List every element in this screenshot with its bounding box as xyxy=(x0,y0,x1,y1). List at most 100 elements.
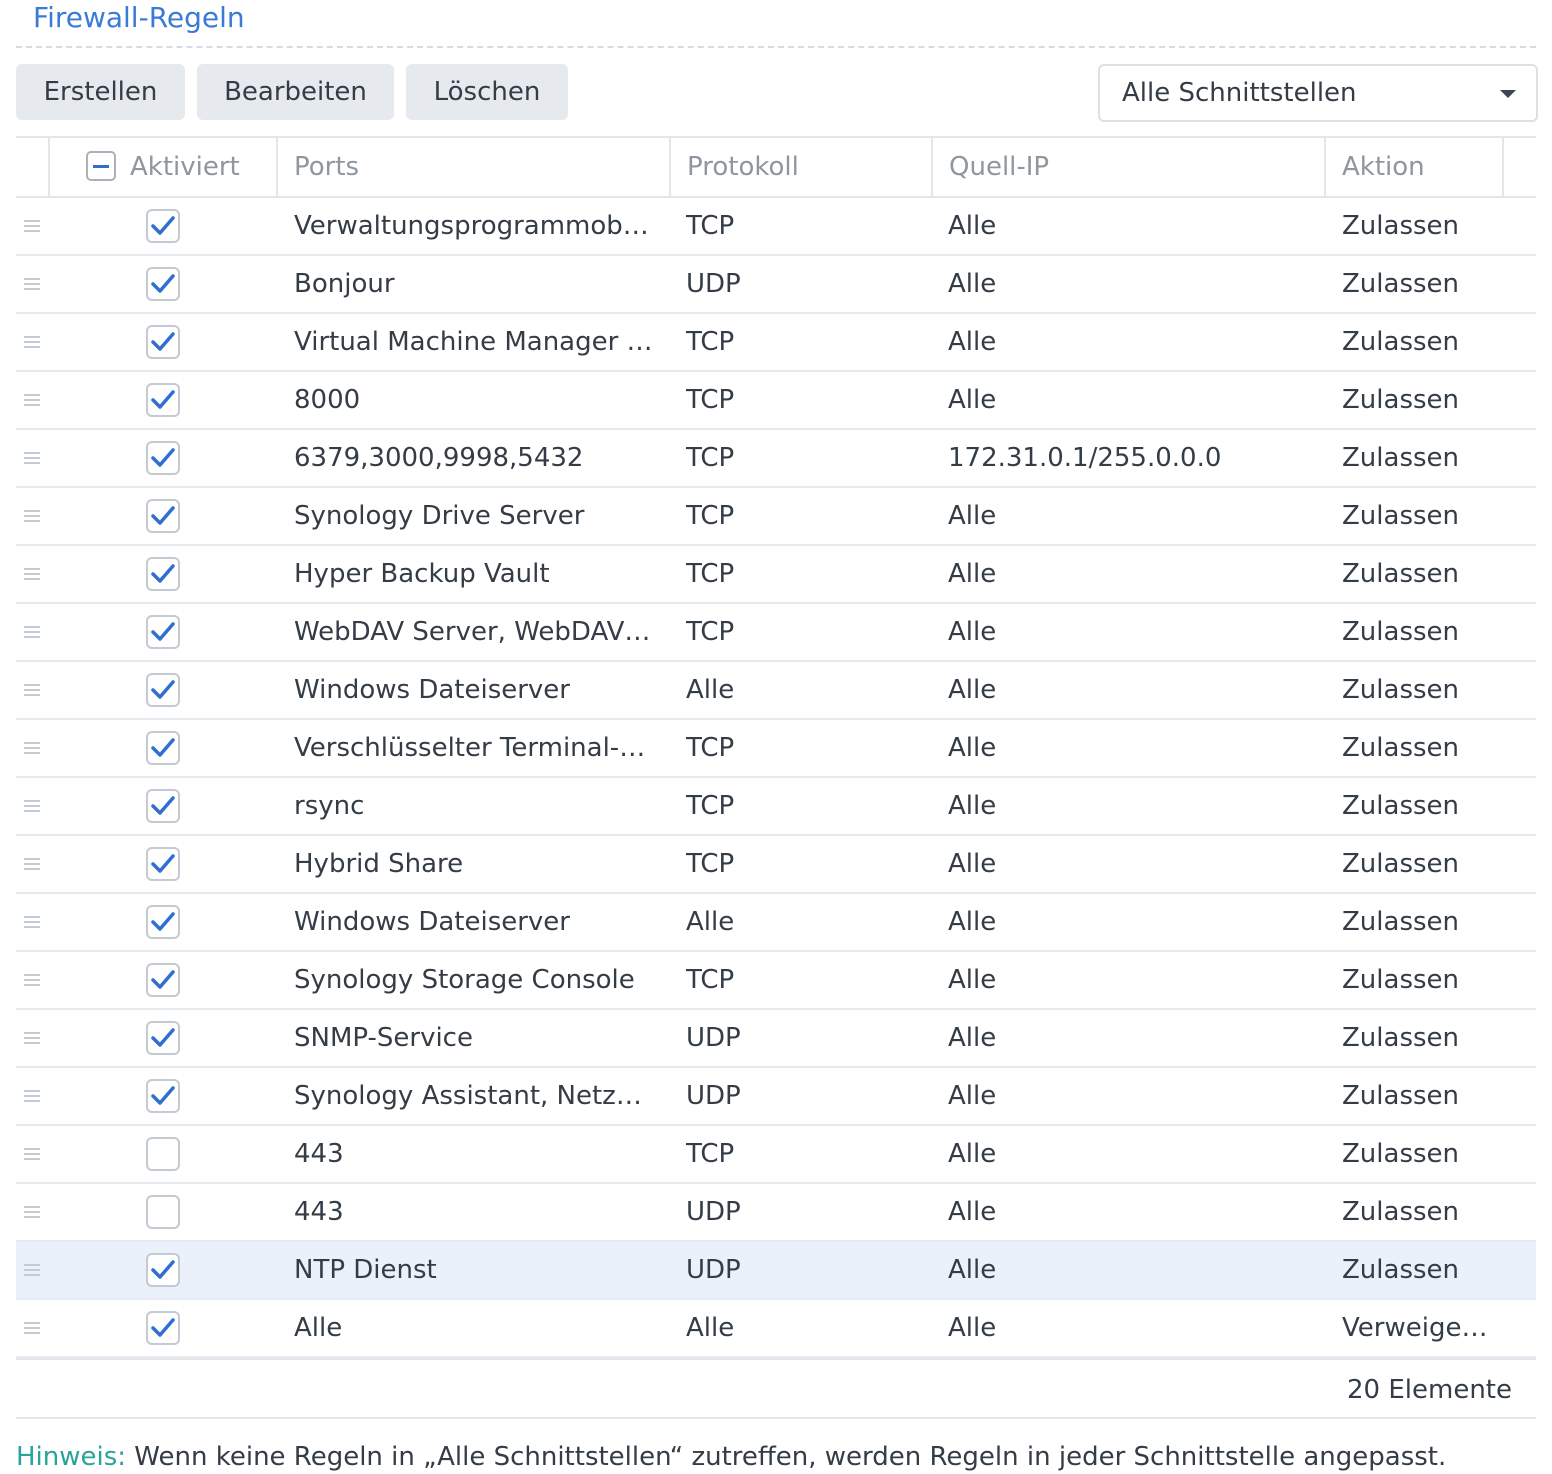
column-header-source-ip[interactable]: Quell-IP xyxy=(949,138,1049,196)
drag-handle-icon[interactable] xyxy=(24,684,40,696)
enabled-checkbox[interactable] xyxy=(146,905,180,939)
drag-handle-icon[interactable] xyxy=(24,626,40,638)
table-row[interactable]: Windows Dateiserver Alle Alle Zulassen xyxy=(16,662,1536,720)
cell-ports: NTP Dienst xyxy=(294,1255,437,1285)
enabled-checkbox[interactable] xyxy=(146,847,180,881)
table-row[interactable]: 443 TCP Alle Zulassen xyxy=(16,1126,1536,1184)
drag-handle-icon[interactable] xyxy=(24,510,40,522)
table-row[interactable]: Verschlüsselter Terminal-… TCP Alle Zulasse… xyxy=(16,720,1536,778)
enabled-checkbox[interactable] xyxy=(146,1137,180,1171)
cell-action: Zulassen xyxy=(1342,1255,1460,1285)
table-row[interactable]: SNMP-Service UDP Alle Zulassen xyxy=(16,1010,1536,1068)
table-row[interactable]: Synology Assistant, Netz… UDP Alle Zulassen xyxy=(16,1068,1536,1126)
cell-source-ip: Alle xyxy=(948,617,997,647)
drag-handle-icon[interactable] xyxy=(24,1264,40,1276)
cell-action: Zulassen xyxy=(1342,385,1460,415)
column-header-action[interactable]: Aktion xyxy=(1342,138,1425,196)
enabled-checkbox[interactable] xyxy=(146,1021,180,1055)
edit-button[interactable]: Bearbeiten xyxy=(197,64,394,120)
enabled-checkbox[interactable] xyxy=(146,673,180,707)
cell-source-ip: Alle xyxy=(948,791,997,821)
table-row[interactable]: Windows Dateiserver Alle Alle Zulassen xyxy=(16,894,1536,952)
hint-text: Wenn keine Regeln in „Alle Schnittstelle… xyxy=(126,1442,1447,1472)
drag-handle-icon[interactable] xyxy=(24,568,40,580)
cell-ports: Verschlüsselter Terminal-… xyxy=(294,733,646,763)
enabled-checkbox[interactable] xyxy=(146,499,180,533)
enabled-checkbox[interactable] xyxy=(146,209,180,243)
enabled-checkbox[interactable] xyxy=(146,1311,180,1345)
cell-source-ip: Alle xyxy=(948,211,997,241)
column-header-protocol[interactable]: Protokoll xyxy=(687,138,799,196)
table-header: Aktiviert Ports Protokoll Quell-IP Aktio… xyxy=(16,136,1536,198)
cell-ports: rsync xyxy=(294,791,365,821)
cell-action: Zulassen xyxy=(1342,443,1460,473)
cell-source-ip: Alle xyxy=(948,327,997,357)
drag-handle-icon[interactable] xyxy=(24,742,40,754)
enabled-checkbox[interactable] xyxy=(146,789,180,823)
cell-ports: Windows Dateiserver xyxy=(294,675,570,705)
table-row[interactable]: Virtual Machine Manager … TCP Alle Zulassen xyxy=(16,314,1536,372)
enabled-checkbox[interactable] xyxy=(146,325,180,359)
drag-handle-icon[interactable] xyxy=(24,916,40,928)
drag-handle-icon[interactable] xyxy=(24,1032,40,1044)
drag-handle-icon[interactable] xyxy=(24,1090,40,1102)
drag-handle-icon[interactable] xyxy=(24,1322,40,1334)
enabled-checkbox[interactable] xyxy=(146,1079,180,1113)
table-row[interactable]: NTP Dienst UDP Alle Zulassen xyxy=(16,1242,1536,1300)
cell-ports: Hybrid Share xyxy=(294,849,464,879)
enabled-checkbox[interactable] xyxy=(146,731,180,765)
drag-handle-icon[interactable] xyxy=(24,1206,40,1218)
table-row[interactable]: 443 UDP Alle Zulassen xyxy=(16,1184,1536,1242)
drag-handle-icon[interactable] xyxy=(24,974,40,986)
item-count: 20 Elemente xyxy=(1347,1375,1512,1405)
table-row[interactable]: Synology Storage Console TCP Alle Zulassen xyxy=(16,952,1536,1010)
cell-source-ip: Alle xyxy=(948,1197,997,1227)
enabled-checkbox[interactable] xyxy=(146,441,180,475)
cell-protocol: TCP xyxy=(686,617,735,647)
cell-action: Zulassen xyxy=(1342,1023,1460,1053)
enabled-checkbox[interactable] xyxy=(146,963,180,997)
cell-protocol: TCP xyxy=(686,559,735,589)
drag-handle-icon[interactable] xyxy=(24,800,40,812)
cell-source-ip: Alle xyxy=(948,1313,997,1343)
column-header-ports[interactable]: Ports xyxy=(294,138,359,196)
cell-protocol: TCP xyxy=(686,327,735,357)
table-body: Verwaltungsprogrammob… TCP Alle Zulassen Bon… xyxy=(16,198,1536,1358)
table-row[interactable]: Bonjour UDP Alle Zulassen xyxy=(16,256,1536,314)
cell-ports: WebDAV Server, WebDAV… xyxy=(294,617,651,647)
drag-handle-icon[interactable] xyxy=(24,394,40,406)
table-row[interactable]: WebDAV Server, WebDAV… TCP Alle Zulassen xyxy=(16,604,1536,662)
drag-handle-icon[interactable] xyxy=(24,336,40,348)
cell-protocol: TCP xyxy=(686,501,735,531)
column-separator xyxy=(1324,138,1326,196)
create-button[interactable]: Erstellen xyxy=(16,64,185,120)
table-row[interactable]: rsync TCP Alle Zulassen xyxy=(16,778,1536,836)
cell-source-ip: Alle xyxy=(948,1023,997,1053)
drag-handle-icon[interactable] xyxy=(24,220,40,232)
table-row[interactable]: Hybrid Share TCP Alle Zulassen xyxy=(16,836,1536,894)
interface-select[interactable]: Alle Schnittstellen xyxy=(1098,64,1538,122)
drag-handle-icon[interactable] xyxy=(24,1148,40,1160)
cell-protocol: TCP xyxy=(686,211,735,241)
enabled-checkbox[interactable] xyxy=(146,1253,180,1287)
table-row[interactable]: 6379,3000,9998,5432 TCP 172.31.0.1/255.0.0… xyxy=(16,430,1536,488)
enabled-checkbox[interactable] xyxy=(146,615,180,649)
cell-source-ip: Alle xyxy=(948,849,997,879)
table-row[interactable]: Synology Drive Server TCP Alle Zulassen xyxy=(16,488,1536,546)
drag-handle-icon[interactable] xyxy=(24,452,40,464)
table-row[interactable]: Hyper Backup Vault TCP Alle Zulassen xyxy=(16,546,1536,604)
column-separator xyxy=(931,138,933,196)
enabled-checkbox[interactable] xyxy=(146,557,180,591)
enabled-checkbox[interactable] xyxy=(146,1195,180,1229)
table-row[interactable]: 8000 TCP Alle Zulassen xyxy=(16,372,1536,430)
enabled-checkbox[interactable] xyxy=(146,267,180,301)
delete-button[interactable]: Löschen xyxy=(406,64,568,120)
indeterminate-checkbox-icon[interactable] xyxy=(86,151,116,181)
drag-handle-icon[interactable] xyxy=(24,278,40,290)
drag-handle-icon[interactable] xyxy=(24,858,40,870)
enabled-checkbox[interactable] xyxy=(146,383,180,417)
cell-source-ip: Alle xyxy=(948,559,997,589)
table-row[interactable]: Alle Alle Alle Verweige… xyxy=(16,1300,1536,1358)
table-row[interactable]: Verwaltungsprogrammob… TCP Alle Zulassen xyxy=(16,198,1536,256)
column-header-enabled[interactable]: Aktiviert xyxy=(130,138,240,196)
